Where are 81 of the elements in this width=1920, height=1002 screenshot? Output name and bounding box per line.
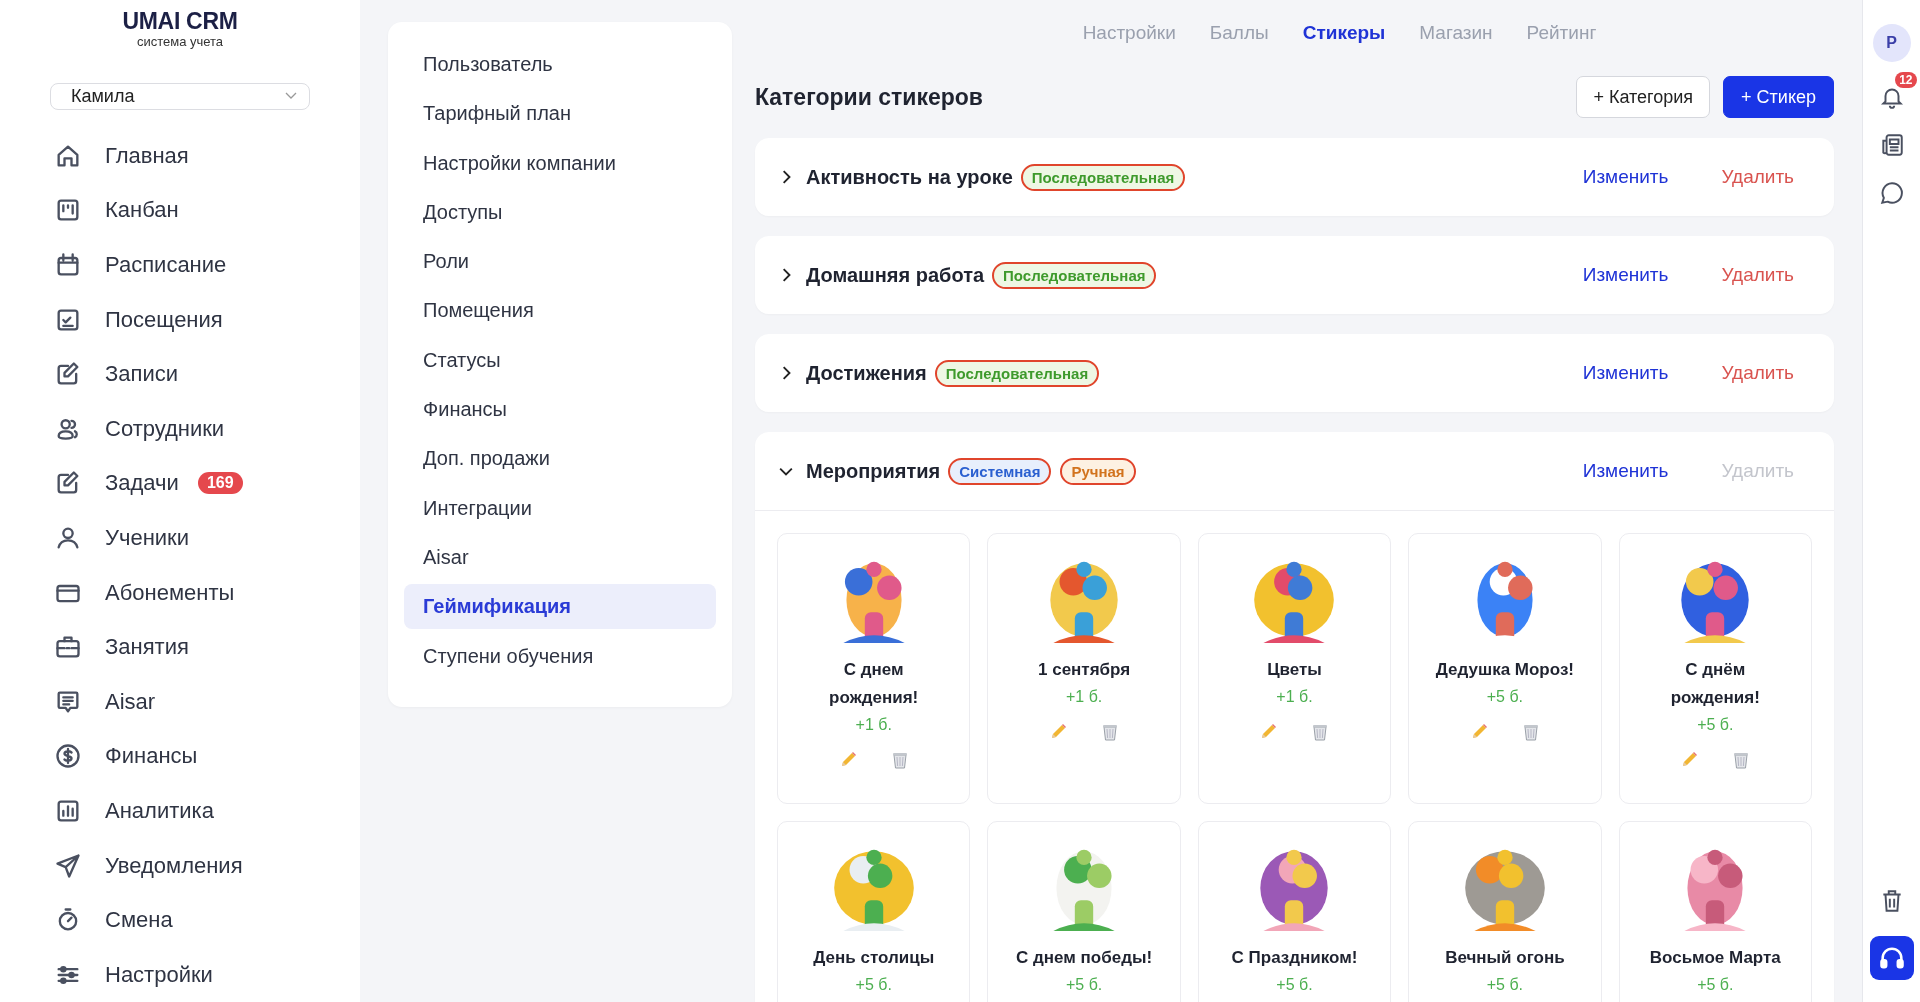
sticker-points: +5 б. bbox=[1486, 976, 1524, 994]
category-name: Мероприятия bbox=[806, 459, 941, 483]
category-name: Активность на уроке bbox=[806, 165, 1013, 189]
sticker-name: С днём рождения! bbox=[1669, 659, 1761, 709]
settings-menu-item[interactable]: Пользователь bbox=[404, 42, 716, 87]
edit-link[interactable]: Изменить bbox=[1582, 362, 1669, 384]
category-type-tag: Ручная bbox=[1060, 457, 1136, 485]
sticker-name: Восьмое Марта bbox=[1649, 947, 1781, 969]
logo-subtitle: система учета bbox=[136, 34, 224, 49]
tab[interactable]: Стикеры bbox=[1302, 22, 1386, 52]
sticker-name: С днем рождения! bbox=[828, 659, 920, 709]
sticker-name: С днем победы! bbox=[1016, 947, 1153, 969]
chat-icon[interactable] bbox=[1878, 180, 1905, 206]
user-select[interactable]: Камила bbox=[50, 83, 310, 110]
user-avatar[interactable]: Р bbox=[1872, 24, 1911, 62]
settings-menu-item[interactable]: Статусы bbox=[404, 337, 716, 383]
nav-link[interactable]: Занятия bbox=[105, 634, 189, 661]
sticker-name: Дедушка Мороз! bbox=[1435, 659, 1575, 681]
settings-menu-item[interactable]: Aisar bbox=[404, 534, 716, 580]
headset-icon bbox=[1877, 944, 1906, 972]
nav-link[interactable]: Канбан bbox=[105, 197, 179, 224]
support-button[interactable] bbox=[1869, 936, 1914, 980]
page-title: Категории стикеров bbox=[755, 83, 983, 111]
nav-link[interactable]: Ученики bbox=[105, 524, 190, 551]
category-name: Домашняя работа bbox=[806, 263, 985, 287]
sticker-points: +5 б. bbox=[1697, 716, 1734, 734]
settings-menu-item[interactable]: Помещения bbox=[404, 288, 716, 334]
sticker-points: +5 б. bbox=[1065, 976, 1103, 994]
nav-link[interactable]: Посещения bbox=[105, 306, 223, 333]
nav-link[interactable]: Настройки bbox=[105, 961, 213, 988]
add-category-button[interactable]: + Категория bbox=[1576, 76, 1711, 118]
nav-link[interactable]: Aisar bbox=[105, 688, 156, 715]
edit-link[interactable]: Изменить bbox=[1582, 166, 1669, 188]
settings-menu-item[interactable]: Финансы bbox=[404, 387, 716, 433]
category-type-tag: Последовательная bbox=[992, 261, 1157, 289]
chevron-down-icon bbox=[285, 92, 297, 101]
add-sticker-button[interactable]: + Стикер bbox=[1723, 76, 1834, 118]
nav-icon bbox=[54, 851, 82, 880]
settings-menu-item[interactable]: Роли bbox=[404, 239, 716, 285]
nav-link[interactable]: Финансы bbox=[105, 743, 198, 770]
delete-link[interactable]: Удалить bbox=[1721, 166, 1794, 188]
sticker-points: +5 б. bbox=[1276, 976, 1313, 994]
settings-menu-item[interactable]: Настройки компании bbox=[404, 140, 716, 186]
sticker-name: 1 сентября bbox=[1038, 659, 1131, 681]
nav-link[interactable]: Записи bbox=[105, 361, 178, 388]
logo-title: UMAI CRM bbox=[122, 8, 238, 35]
sticker-name: День столицы bbox=[813, 947, 935, 969]
nav-icon bbox=[54, 742, 82, 771]
sticker-points: +1 б. bbox=[1065, 688, 1103, 706]
settings-menu-item[interactable]: Интеграции bbox=[404, 485, 716, 531]
nav-link[interactable]: Уведомления bbox=[105, 852, 243, 879]
category-type-tag: Системная bbox=[948, 457, 1052, 485]
sticker-points: +5 б. bbox=[855, 976, 892, 994]
edit-link[interactable]: Изменить bbox=[1582, 264, 1669, 286]
sticker-name: Цветы bbox=[1267, 659, 1322, 681]
category-type-tag: Последовательная bbox=[934, 359, 1100, 387]
nav-link[interactable]: Главная bbox=[105, 142, 189, 169]
category-type-tag: Последовательная bbox=[1020, 163, 1186, 191]
delete-link[interactable]: Удалить bbox=[1721, 362, 1794, 384]
nav-link[interactable]: Расписание bbox=[105, 252, 227, 278]
sticker-points: +1 б. bbox=[1276, 688, 1313, 706]
sticker-points: +1 б. bbox=[855, 716, 892, 734]
nav-link[interactable]: Задачи bbox=[105, 470, 179, 497]
count-badge: 169 bbox=[197, 472, 243, 495]
nav-link[interactable]: Абонементы bbox=[105, 579, 235, 606]
sticker-points: +5 б. bbox=[1486, 688, 1524, 706]
settings-menu-item[interactable]: Ступени обучения bbox=[404, 633, 716, 679]
settings-menu-item[interactable]: Доступы bbox=[404, 189, 716, 235]
edit-link[interactable]: Изменить bbox=[1582, 460, 1669, 482]
delete-link[interactable]: Удалить bbox=[1721, 264, 1794, 286]
category-name: Достижения bbox=[806, 361, 927, 385]
settings-menu-item[interactable]: Геймификация bbox=[404, 584, 716, 630]
nav-link[interactable]: Сотрудники bbox=[105, 415, 225, 442]
nav-link[interactable]: Смена bbox=[105, 907, 173, 934]
sticker-points: +5 б. bbox=[1697, 976, 1734, 994]
sticker-name: С Праздником! bbox=[1231, 947, 1358, 969]
settings-menu-item[interactable]: Доп. продажи bbox=[404, 436, 716, 482]
sticker-name: Вечный огонь bbox=[1445, 947, 1565, 969]
notification-count: 12 bbox=[1895, 72, 1917, 88]
nav-link[interactable]: Аналитика bbox=[105, 797, 214, 824]
settings-menu-item[interactable]: Тарифный план bbox=[404, 91, 716, 137]
